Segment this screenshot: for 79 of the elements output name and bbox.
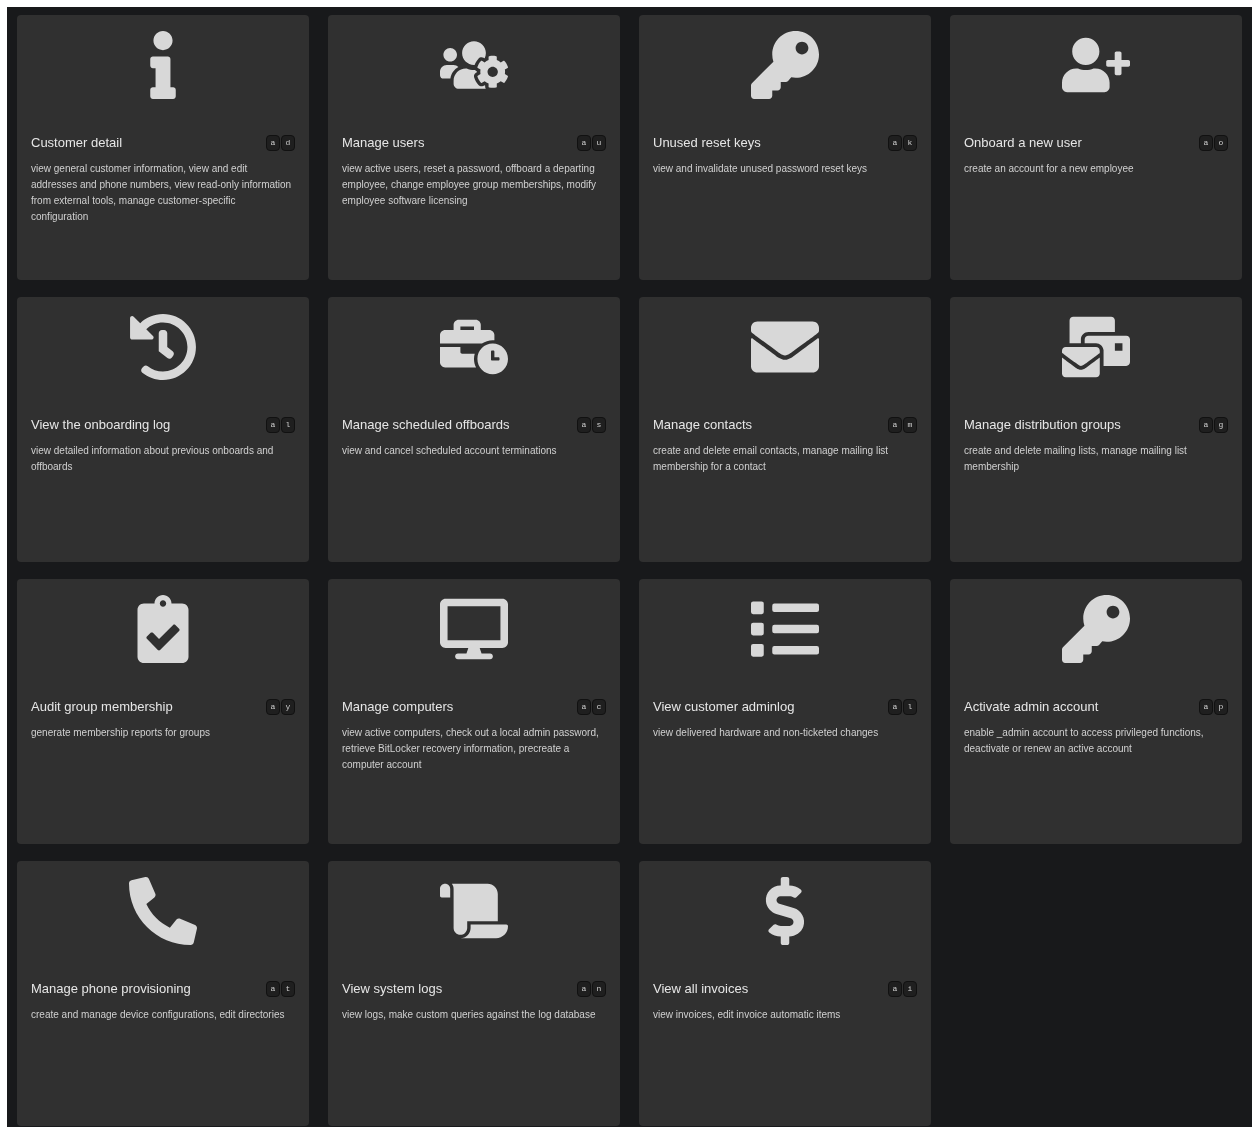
card-title: View customer adminlog (653, 699, 795, 716)
shortcut-key: a (266, 699, 280, 716)
shortcut-key: a (266, 981, 280, 998)
tool-card[interactable]: Manage distribution groups a g create and delete mailing lists, manage mailing list membership (950, 297, 1242, 562)
tool-card[interactable]: Manage users a u view active users, reset a password, offboard a departing employee, change employee group memberships, modify employee software licensing (328, 15, 620, 280)
card-description: view active users, reset a password, offboard a departing employee, change employee group memberships, modify employee software licensing (342, 162, 598, 209)
card-description: view active computers, check out a local admin password, retrieve BitLocker recovery information, precreate a computer account (342, 726, 600, 773)
tool-card[interactable]: Unused reset keys a k view and invalidate unused password reset keys (639, 15, 931, 280)
shortcut-key: i (903, 981, 917, 998)
card-description: view and cancel scheduled account terminations (342, 444, 558, 459)
shortcut-key: a (1199, 417, 1213, 434)
shortcut-key: a (266, 135, 280, 152)
tool-card[interactable]: Manage contacts a m create and delete email contacts, manage mailing list membership for a contact (639, 297, 931, 562)
card-description: create and delete email contacts, manage mailing list membership for a contact (653, 444, 890, 475)
tool-card[interactable]: View the onboarding log a l view detailed information about previous onboards and offboards (17, 297, 309, 562)
tool-card[interactable]: Activate admin account a p enable _admin account to access privileged functions, deactivate or renew an active account (950, 579, 1242, 844)
shortcut-key: k (903, 135, 917, 152)
tool-card[interactable]: View customer adminlog a l view delivered hardware and non-ticketed changes (639, 579, 931, 844)
card-description: create and delete mailing lists, manage mailing list membership (964, 444, 1188, 475)
card-description: generate membership reports for groups (31, 726, 211, 741)
shortcut-key: a (577, 981, 591, 998)
card-title: Manage phone provisioning (31, 981, 191, 998)
key-icon (751, 31, 819, 99)
shortcut-key: a (888, 699, 902, 716)
shortcut-key: m (903, 417, 917, 434)
shortcut-key: a (577, 699, 591, 716)
card-title: Manage users (342, 135, 425, 152)
card-description: create an account for a new employee (964, 162, 1135, 177)
tool-card[interactable]: View system logs a n view logs, make custom queries against the log database (328, 861, 620, 1126)
card-description: create and manage device configurations, edit directories (31, 1008, 286, 1023)
shortcut-key: y (281, 699, 295, 716)
tool-card[interactable]: View all invoices a i view invoices, edit invoice automatic items (639, 861, 931, 1126)
card-title: Onboard a new user (964, 135, 1082, 152)
history-icon (129, 313, 197, 381)
card-title: Customer detail (31, 135, 123, 152)
shortcut-key: a (888, 135, 902, 152)
shortcut-key: p (1214, 699, 1228, 716)
tool-card[interactable]: Onboard a new user a o create an account for a new employee (950, 15, 1242, 280)
shortcut-key: t (281, 981, 295, 998)
shortcut-key: a (1199, 699, 1213, 716)
tool-card[interactable]: Audit group membership a y generate membership reports for groups (17, 579, 309, 844)
shortcut-key: a (1199, 135, 1213, 152)
phone-icon (129, 877, 197, 945)
card-description: view invoices, edit invoice automatic items (653, 1008, 842, 1023)
card-title: Manage distribution groups (964, 417, 1121, 434)
tool-card[interactable]: Manage computers a c view active computers, check out a local admin password, retrieve BitLocker recovery information, precreate a computer account (328, 579, 620, 844)
shortcut-key: u (592, 135, 606, 152)
tool-card[interactable]: Manage scheduled offboards a s view and cancel scheduled account terminations (328, 297, 620, 562)
card-title: Manage scheduled offboards (342, 417, 510, 434)
card-title: View system logs (342, 981, 443, 998)
shortcut-key: l (281, 417, 295, 434)
shortcut-key: a (888, 417, 902, 434)
tool-card[interactable]: Customer detail a d view general customer information, view and edit addresses and phone numbers, view read-only information from external tools, manage customer-specific configuration (17, 15, 309, 280)
shortcut-key: s (592, 417, 606, 434)
shortcut-key: c (592, 699, 606, 716)
card-title: View all invoices (653, 981, 749, 998)
key-icon (1062, 595, 1130, 663)
shortcut-key: a (266, 417, 280, 434)
tool-card[interactable]: Manage phone provisioning a t create and manage device configurations, edit directories (17, 861, 309, 1126)
card-description: view logs, make custom queries against the log database (342, 1008, 597, 1023)
card-title: Audit group membership (31, 699, 173, 716)
shortcut-key: n (592, 981, 606, 998)
card-title: Manage computers (342, 699, 454, 716)
card-title: View the onboarding log (31, 417, 171, 434)
card-description: view general customer information, view and edit addresses and phone numbers, view read-only information from external tools, manage customer-specific configuration (31, 162, 293, 225)
shortcut-key: a (577, 135, 591, 152)
shortcut-key: a (888, 981, 902, 998)
shortcut-key: g (1214, 417, 1228, 434)
card-description: view and invalidate unused password reset keys (653, 162, 868, 177)
card-title: Manage contacts (653, 417, 752, 434)
shortcut-key: o (1214, 135, 1228, 152)
card-title: Activate admin account (964, 699, 1099, 716)
card-title: Unused reset keys (653, 135, 761, 152)
card-description: enable _admin account to access privileged functions, deactivate or renew an active account (964, 726, 1205, 757)
shortcut-key: l (903, 699, 917, 716)
shortcut-key: a (577, 417, 591, 434)
shortcut-key: d (281, 135, 295, 152)
card-description: view delivered hardware and non-ticketed changes (653, 726, 880, 741)
card-description: view detailed information about previous onboards and offboards (31, 444, 275, 475)
